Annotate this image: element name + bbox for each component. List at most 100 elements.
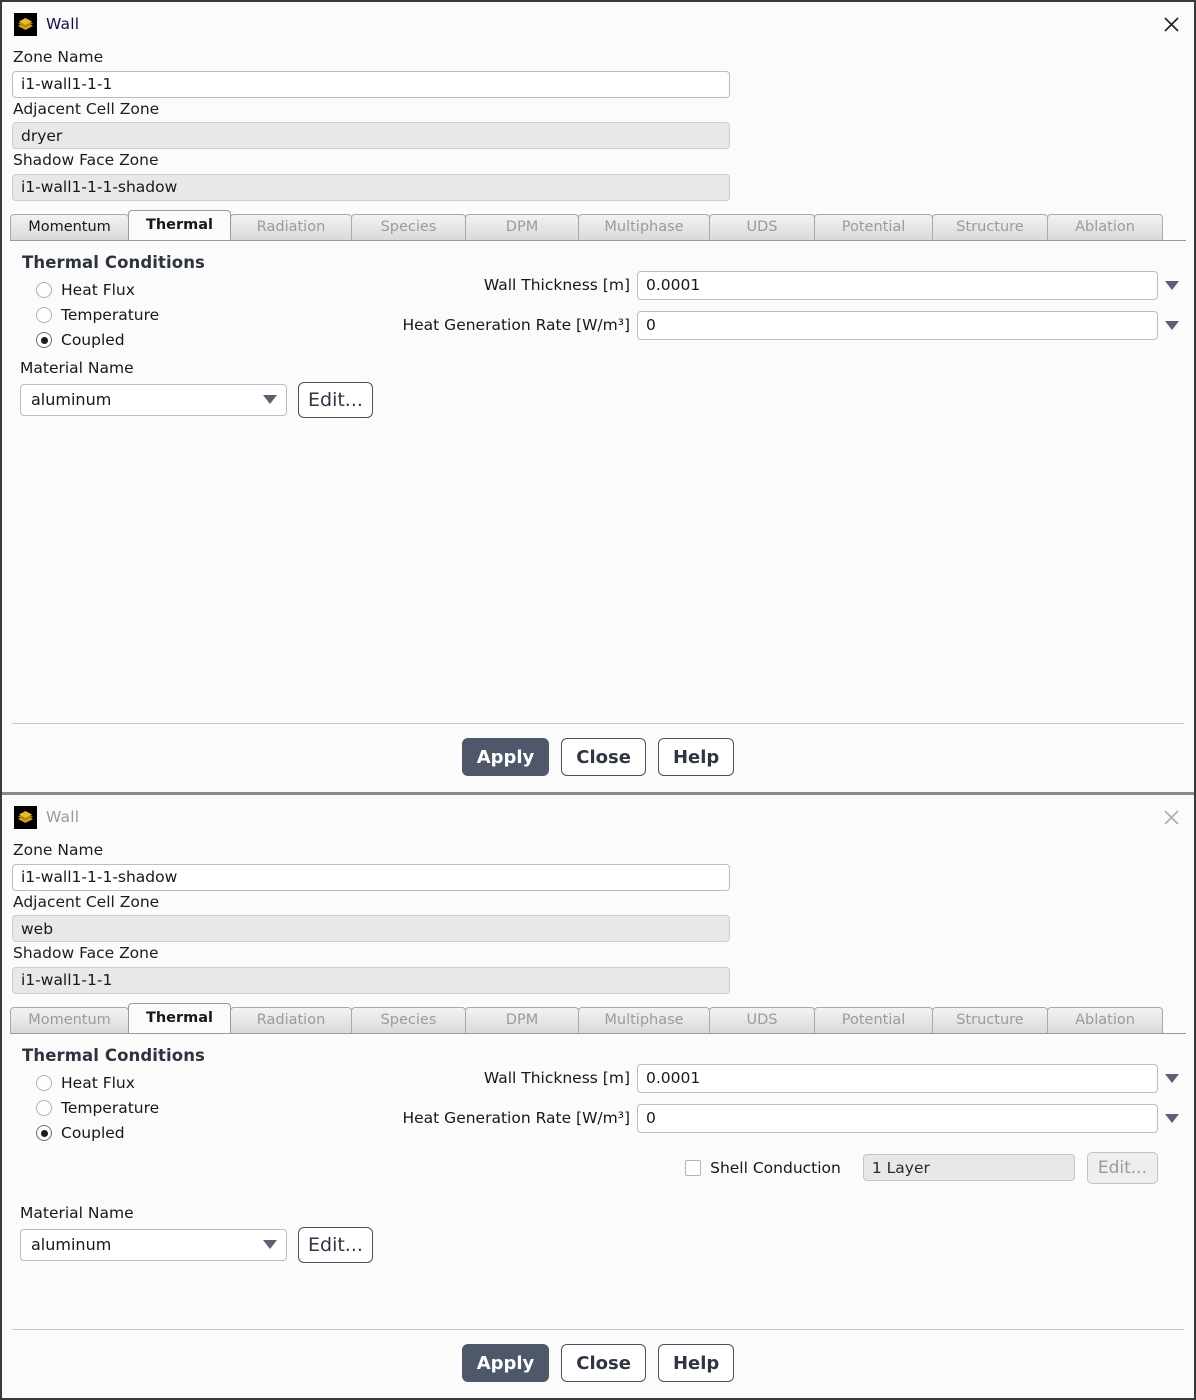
apply-button[interactable]: Apply	[461, 738, 550, 776]
dialog-title-group: Wall	[14, 805, 80, 829]
material-name-label: Material Name	[20, 358, 134, 377]
wall-thickness-input[interactable]: 0.0001	[637, 270, 1158, 300]
material-name-select[interactable]: aluminum	[20, 1228, 287, 1261]
section-heading: Thermal Conditions	[22, 1045, 205, 1065]
dialog-title: Wall	[46, 15, 80, 33]
material-edit-button[interactable]: Edit...	[298, 1226, 373, 1263]
radio-label: Temperature	[61, 1099, 160, 1117]
help-button[interactable]: Help	[657, 738, 735, 776]
tab-potential[interactable]: Potential	[814, 1006, 933, 1033]
chevron-down-icon[interactable]	[1158, 280, 1186, 290]
close-icon[interactable]	[1154, 7, 1188, 41]
wall-dialog-primary: Wall Zone Name i1-wall1-1-1 Adjacent Cel…	[2, 2, 1194, 792]
dialog-title: Wall	[46, 808, 80, 826]
zone-name-label: Zone Name	[13, 841, 104, 859]
material-section: Material Name aluminum Edit...	[20, 359, 373, 418]
shell-conduction-row: Shell Conduction 1 Layer Edit...	[10, 1151, 1186, 1184]
wall-thickness-label: Wall Thickness [m]	[483, 1069, 630, 1087]
radio-label: Coupled	[61, 1124, 125, 1142]
tab-multiphase[interactable]: Multiphase	[578, 1006, 710, 1033]
wall-thickness-row: Wall Thickness [m] 0.0001	[380, 270, 1186, 300]
thermal-value-fields: Wall Thickness [m] 0.0001 Heat Generatio…	[380, 1063, 1186, 1144]
shadow-face-zone-label: Shadow Face Zone	[13, 151, 159, 169]
radio-label: Heat Flux	[61, 281, 135, 299]
chevron-down-icon[interactable]	[1158, 320, 1186, 330]
shell-layer-count-value: 1 Layer	[862, 1154, 1075, 1181]
chevron-down-icon[interactable]	[1158, 1073, 1186, 1083]
radio-indicator	[36, 282, 52, 298]
shell-conduction-label: Shell Conduction	[710, 1158, 841, 1177]
tab-radiation[interactable]: Radiation	[230, 1006, 352, 1033]
radio-label: Coupled	[61, 331, 125, 349]
shadow-face-zone-value: i1-wall1-1-1-shadow	[12, 173, 730, 201]
apply-button[interactable]: Apply	[461, 1344, 550, 1382]
tab-uds[interactable]: UDS	[709, 1006, 815, 1033]
tab-ablation[interactable]: Ablation	[1047, 213, 1163, 240]
shadow-face-zone-value: i1-wall1-1-1	[12, 966, 730, 994]
radio-indicator	[36, 307, 52, 323]
wall-thickness-label: Wall Thickness [m]	[483, 276, 630, 294]
heat-generation-rate-input[interactable]: 0	[637, 1103, 1158, 1133]
wall-layers-icon	[14, 805, 37, 829]
material-name-value: aluminum	[31, 1235, 112, 1254]
tab-potential[interactable]: Potential	[814, 213, 933, 240]
shadow-face-zone-label: Shadow Face Zone	[13, 944, 159, 962]
material-name-select[interactable]: aluminum	[20, 383, 287, 416]
thermal-tab-panel: Thermal Conditions Heat Flux Temperature…	[10, 1032, 1186, 1329]
radio-indicator	[36, 1075, 52, 1091]
wall-layers-icon	[14, 12, 37, 36]
tab-dpm[interactable]: DPM	[465, 1006, 579, 1033]
tab-thermal[interactable]: Thermal	[128, 209, 231, 240]
close-icon[interactable]	[1154, 800, 1188, 834]
tab-radiation[interactable]: Radiation	[230, 213, 352, 240]
close-button[interactable]: Close	[561, 1344, 646, 1382]
help-button[interactable]: Help	[657, 1344, 735, 1382]
fluent-wall-dialogs-window: Wall Zone Name i1-wall1-1-1 Adjacent Cel…	[0, 0, 1196, 1400]
tab-momentum[interactable]: Momentum	[10, 213, 129, 240]
tab-bar: Momentum Thermal Radiation Species DPM M…	[2, 1002, 1194, 1033]
tab-species[interactable]: Species	[351, 213, 466, 240]
dialog-titlebar: Wall	[2, 795, 1194, 839]
adjacent-cell-zone-label: Adjacent Cell Zone	[13, 99, 160, 118]
tab-structure[interactable]: Structure	[932, 213, 1048, 240]
tab-multiphase[interactable]: Multiphase	[578, 213, 710, 240]
tab-ablation[interactable]: Ablation	[1047, 1006, 1163, 1033]
zone-name-input[interactable]: i1-wall1-1-1-shadow	[12, 863, 730, 891]
dialog-footer: Apply Close Help	[12, 723, 1184, 792]
tab-uds[interactable]: UDS	[709, 213, 815, 240]
heat-generation-rate-label: Heat Generation Rate [W/m³]	[402, 316, 630, 334]
dialog-titlebar: Wall	[2, 2, 1194, 46]
wall-thickness-input[interactable]: 0.0001	[637, 1063, 1158, 1093]
radio-label: Heat Flux	[61, 1074, 135, 1092]
adjacent-cell-zone-value: dryer	[12, 122, 730, 149]
tab-structure[interactable]: Structure	[932, 1006, 1048, 1033]
dialog-title-group: Wall	[14, 12, 80, 36]
material-section: Material Name aluminum Edit...	[20, 1204, 373, 1263]
tab-species[interactable]: Species	[351, 1006, 466, 1033]
radio-indicator	[36, 1100, 52, 1116]
chevron-down-icon[interactable]	[1158, 1113, 1186, 1123]
close-button[interactable]: Close	[561, 738, 646, 776]
shell-edit-button: Edit...	[1086, 1151, 1158, 1184]
wall-thickness-row: Wall Thickness [m] 0.0001	[380, 1063, 1186, 1093]
radio-indicator	[36, 332, 52, 348]
zone-name-input[interactable]: i1-wall1-1-1	[12, 70, 730, 98]
heat-generation-rate-row: Heat Generation Rate [W/m³] 0	[380, 310, 1186, 340]
material-edit-button[interactable]: Edit...	[298, 381, 373, 418]
zone-name-label: Zone Name	[13, 48, 104, 66]
thermal-tab-panel: Thermal Conditions Heat Flux Temperature…	[10, 239, 1186, 723]
zone-fields: Zone Name i1-wall1-1-1-shadow Adjacent C…	[2, 839, 1194, 994]
wall-dialog-shadow: Wall Zone Name i1-wall1-1-1-shadow Adjac…	[2, 792, 1194, 1398]
tab-momentum[interactable]: Momentum	[10, 1006, 129, 1033]
zone-fields: Zone Name i1-wall1-1-1 Adjacent Cell Zon…	[2, 46, 1194, 201]
heat-generation-rate-row: Heat Generation Rate [W/m³] 0	[380, 1103, 1186, 1133]
heat-generation-rate-label: Heat Generation Rate [W/m³]	[402, 1109, 630, 1127]
chevron-down-icon	[260, 1240, 280, 1249]
shell-conduction-checkbox[interactable]	[685, 1159, 702, 1176]
material-name-value: aluminum	[31, 390, 112, 409]
adjacent-cell-zone-label: Adjacent Cell Zone	[13, 892, 160, 911]
tab-dpm[interactable]: DPM	[465, 213, 579, 240]
tab-thermal[interactable]: Thermal	[128, 1002, 231, 1033]
chevron-down-icon	[260, 395, 280, 404]
heat-generation-rate-input[interactable]: 0	[637, 310, 1158, 340]
